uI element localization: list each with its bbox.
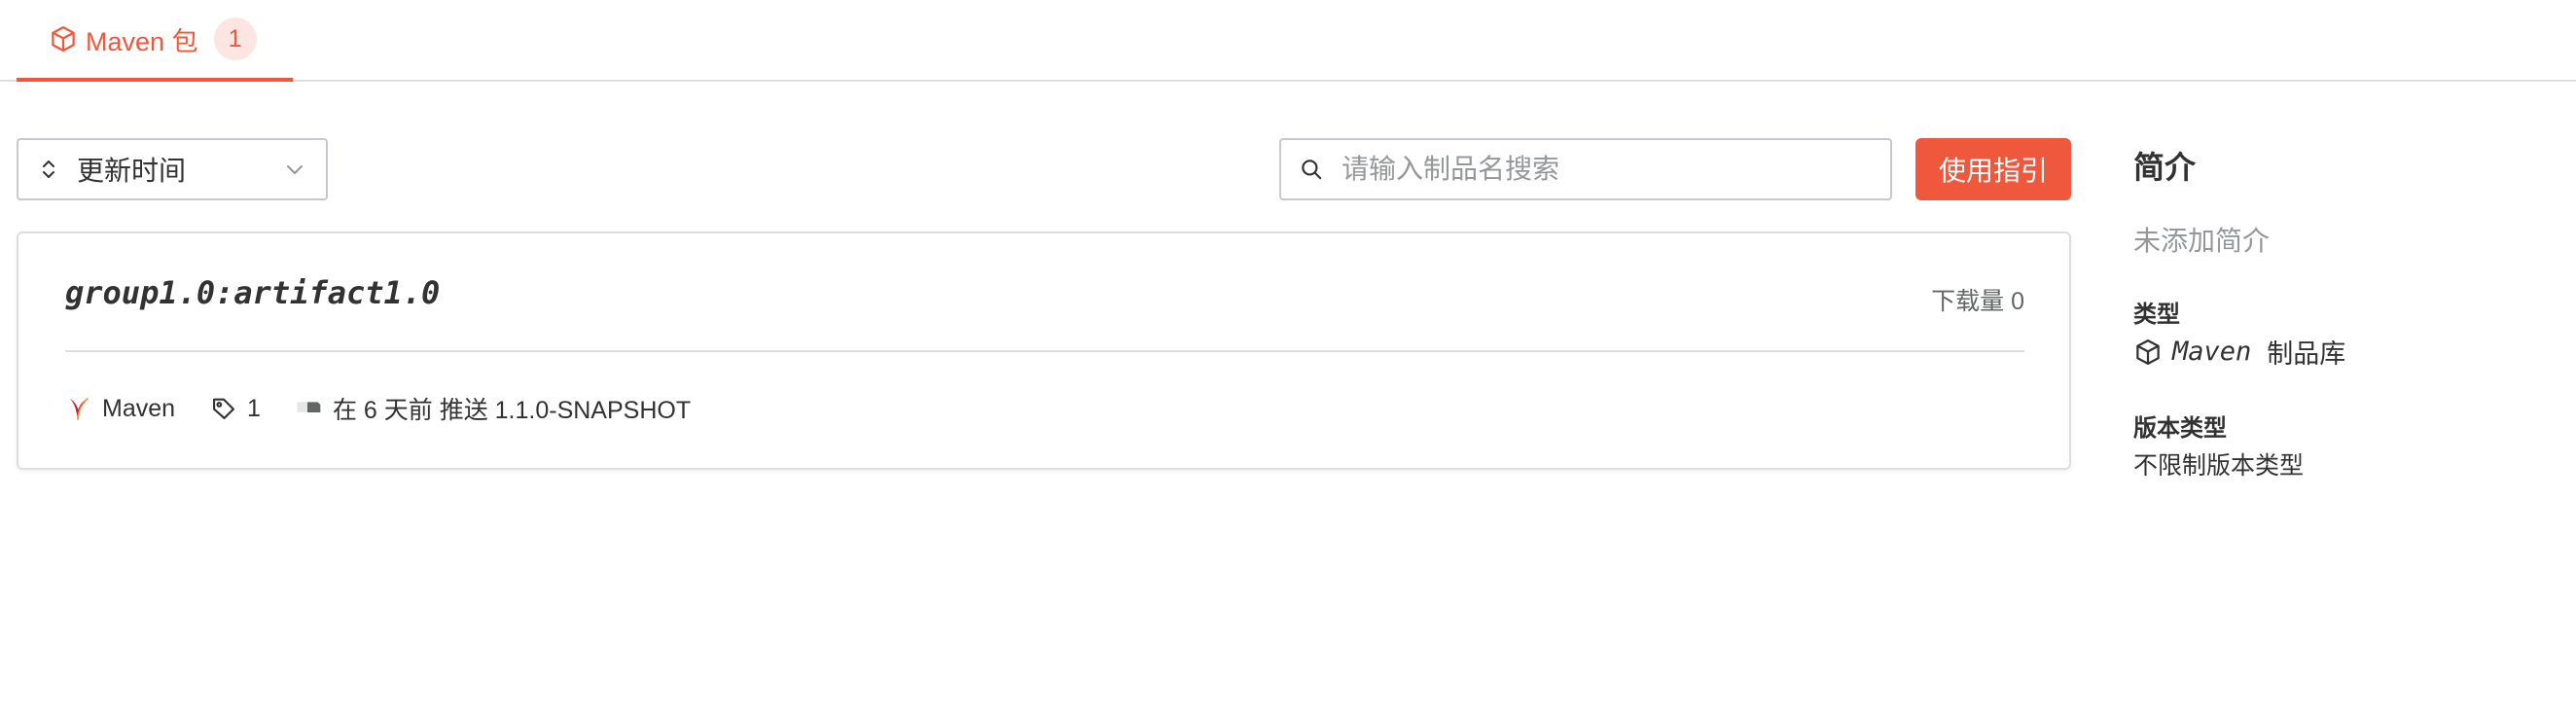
version-type-heading: 版本类型 [2133,415,2227,442]
maven-logo-icon [65,395,92,422]
search-icon [1299,157,1324,182]
package-name[interactable]: group1.0:artifact1.0 [65,274,440,311]
intro-description: 未添加简介 [2133,226,2271,256]
package-type: Maven [65,395,175,423]
type-value: Maven 制品库 [2133,333,2345,371]
search-input[interactable] [1342,154,1873,185]
package-type-label: Maven [102,394,176,422]
chevron-down-icon [283,158,306,181]
sort-label: 更新时间 [77,156,187,186]
package-icon [2133,338,2163,367]
avatar [296,395,323,422]
tab-bar: Maven 包 1 [0,0,2576,82]
package-card[interactable]: group1.0:artifact1.0 下载量 0 Maven 1 在 6 天… [17,231,2071,470]
package-meta: Maven 1 在 6 天前 推送 1.1.0-SNAPSHOT [65,391,726,426]
search-box [1279,138,1892,200]
tag-icon [210,395,237,422]
sort-select[interactable]: 更新时间 [17,138,328,200]
version-type-value: 不限制版本类型 [2133,452,2305,480]
type-value-suffix: 制品库 [2267,339,2346,369]
tab-count-badge: 1 [213,18,257,60]
type-heading: 类型 [2133,302,2180,328]
tag-count: 1 [247,394,261,422]
package-tags: 1 [210,395,261,423]
package-icon [49,24,78,53]
card-divider [65,350,2024,352]
usage-guide-button[interactable]: 使用指引 [1915,138,2071,200]
push-info-text: 在 6 天前 推送 1.1.0-SNAPSHOT [332,397,692,424]
intro-title: 简介 [2133,150,2197,185]
download-count: 下载量 0 [1931,288,2024,315]
push-info: 在 6 天前 推送 1.1.0-SNAPSHOT [296,391,691,426]
artifact-repository-page: Maven 包 1 更新时间 使用指引 gro [0,0,2576,712]
sort-icon [38,159,59,180]
tab-maven-packages[interactable]: Maven 包 1 [17,0,293,82]
type-value-name: Maven [2172,337,2252,367]
tab-label: Maven 包 [86,26,198,56]
